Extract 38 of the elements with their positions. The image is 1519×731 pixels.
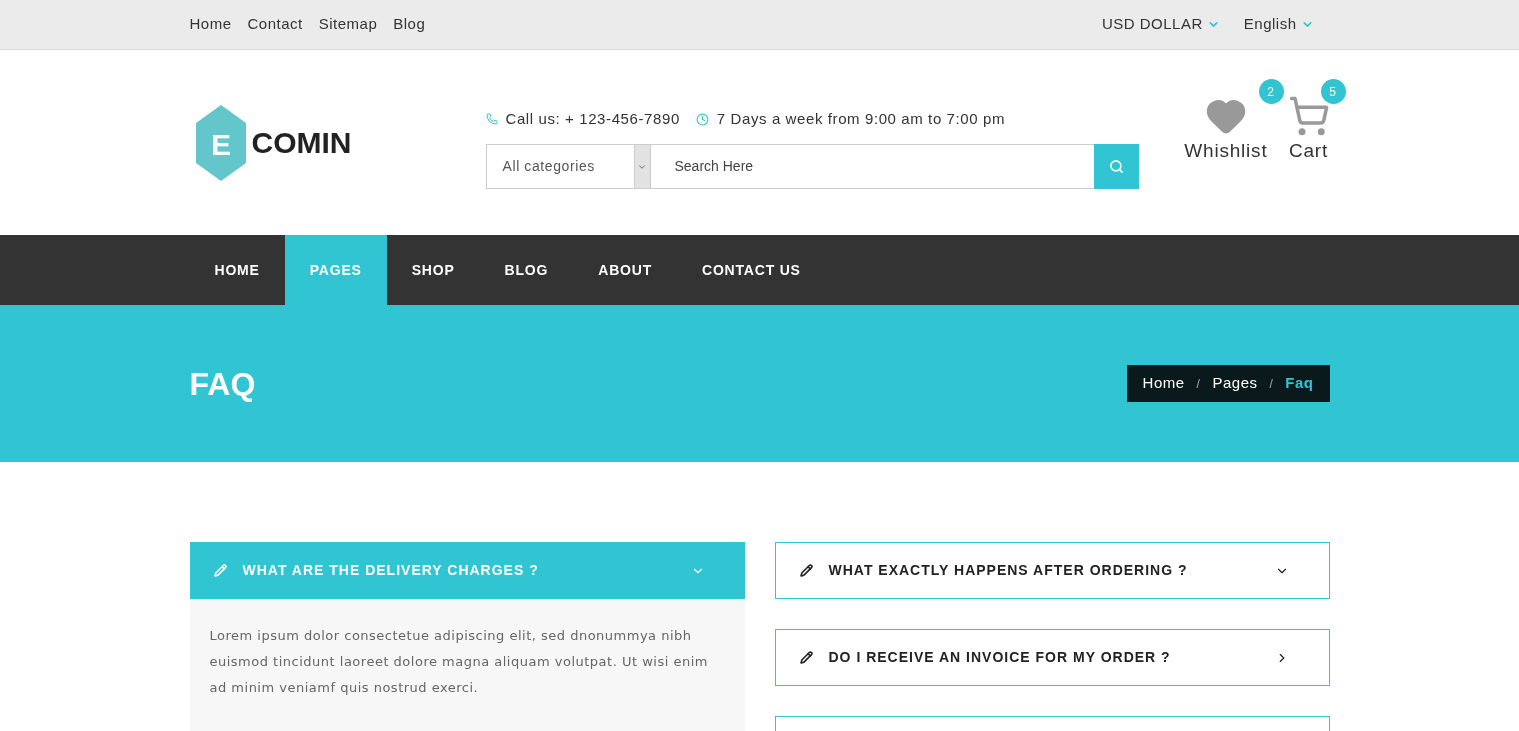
hexagon-logo-icon: E [193, 102, 248, 183]
faq-question[interactable]: WHAT EXACTLY HAPPENS AFTER ORDERING ? [774, 542, 1330, 599]
pencil-icon [799, 564, 813, 577]
page-title: FAQ [189, 364, 256, 404]
breadcrumb-separator: / [1269, 375, 1274, 393]
cart-icon [1287, 95, 1330, 138]
nav-item[interactable]: HOME [189, 235, 285, 305]
top-link[interactable]: Sitemap [318, 13, 378, 36]
cart-link[interactable]: Cart 5 [1287, 79, 1346, 166]
pencil-icon [799, 651, 813, 664]
nav-item[interactable]: BLOG [479, 235, 574, 305]
breadcrumb-link[interactable]: Faq [1285, 372, 1314, 395]
count-badge: 2 [1258, 79, 1284, 105]
search-icon [1108, 159, 1124, 175]
clock-icon [695, 112, 709, 126]
breadcrumb-link[interactable]: Pages [1212, 372, 1258, 395]
breadcrumb-link[interactable]: Home [1142, 372, 1185, 395]
nav-item[interactable]: ABOUT [573, 235, 677, 305]
nav-item[interactable]: SHOP [386, 235, 480, 305]
faq-question[interactable]: DO I RECEIVE AN INVOICE FOR MY ORDER ? [774, 629, 1330, 686]
breadcrumb-separator: / [1196, 375, 1201, 393]
search-button[interactable] [1093, 144, 1139, 190]
top-link[interactable]: Blog [393, 13, 426, 36]
phone-icon [485, 113, 498, 125]
top-link[interactable]: Contact [247, 13, 303, 36]
top-dropdown[interactable]: English [1243, 13, 1314, 36]
nav-item[interactable]: CONTACT US [677, 235, 826, 305]
search-field[interactable]: Search Here [650, 144, 1094, 190]
pencil-icon [213, 564, 227, 577]
top-dropdown[interactable]: USD DOLLAR [1101, 13, 1220, 36]
faq-answer: Lorem ipsum dolor consectetue adipiscing elit, sed dnonummya nibh euismod tincidunt laoreet dolore magna aliquam volutpat. Ut wisi enim ad minim veniamf quis nostrud exerci. [189, 599, 745, 731]
logo[interactable]: E COMIN [193, 102, 486, 183]
top-link[interactable]: Home [189, 13, 232, 36]
count-badge: 5 [1320, 79, 1346, 105]
phone-text: Call us: + 123-456-7890 [505, 108, 680, 129]
category-select[interactable]: All categories [485, 144, 651, 190]
wishlist-link[interactable]: Whishlist 2 [1184, 79, 1284, 166]
hours-text: 7 Days a week from 9:00 am to 7:00 pm [716, 108, 1005, 129]
